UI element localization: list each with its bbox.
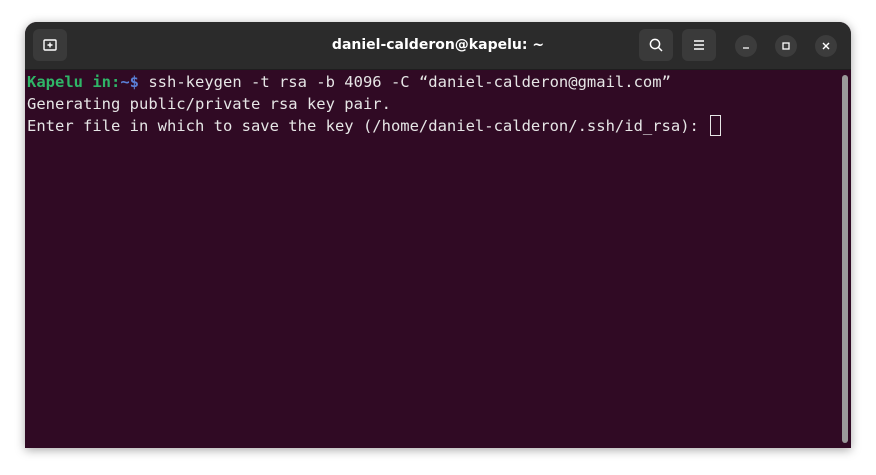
minimize-icon — [743, 47, 749, 49]
window-title: daniel-calderon@kapelu: ~ — [331, 37, 545, 53]
prompt-user: Kapelu in: — [27, 73, 121, 91]
close-button[interactable] — [815, 35, 837, 57]
hamburger-menu-icon — [694, 40, 704, 50]
title-bar[interactable]: daniel-calderon@kapelu: ~ — [25, 22, 851, 70]
terminal-area[interactable]: Kapelu in:~$ ssh-keygen -t rsa -b 4096 -… — [25, 70, 851, 448]
prompt-path: ~$ — [120, 73, 139, 91]
command-text: ssh-keygen -t rsa -b 4096 -C “daniel-cal… — [139, 73, 671, 91]
input-prompt-line[interactable]: Enter file in which to save the key (/ho… — [27, 115, 722, 137]
maximize-icon — [782, 42, 790, 50]
minimize-button[interactable] — [735, 35, 757, 57]
terminal-window: daniel-calderon@kapelu: ~ Kapelu in:~$ s… — [25, 22, 851, 448]
search-icon — [649, 38, 663, 52]
close-icon — [822, 42, 830, 50]
command-line: Kapelu in:~$ ssh-keygen -t rsa -b 4096 -… — [27, 71, 671, 93]
save-key-prompt: Enter file in which to save the key (/ho… — [27, 117, 709, 135]
scrollbar[interactable] — [842, 75, 848, 443]
output-line: Generating public/private rsa key pair. — [27, 95, 391, 113]
maximize-button[interactable] — [775, 35, 797, 57]
menu-button[interactable] — [682, 29, 716, 61]
text-cursor — [710, 115, 722, 136]
search-button[interactable] — [639, 29, 673, 61]
